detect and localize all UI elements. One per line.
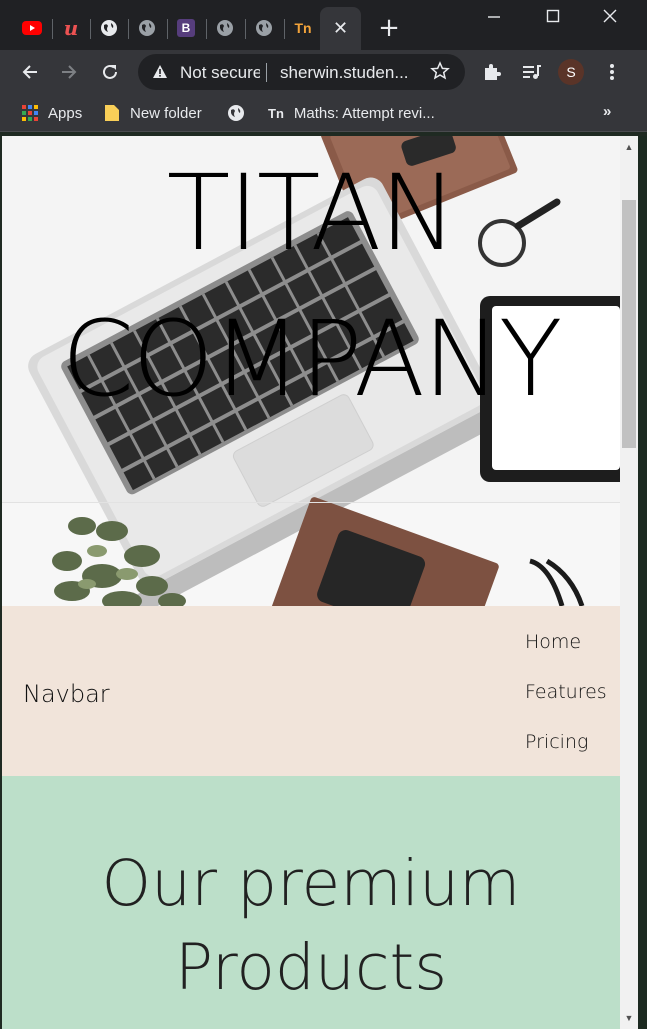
tab-globe-4[interactable]	[245, 10, 283, 46]
back-arrow-icon	[22, 65, 37, 79]
forward-arrow-icon	[62, 65, 77, 79]
tm-icon: Tn	[294, 20, 312, 36]
bookmark-star-icon[interactable]	[430, 61, 450, 81]
security-label[interactable]: Not secure	[180, 63, 260, 83]
scroll-down-arrow-icon[interactable]: ▼	[624, 1013, 634, 1023]
navbar: Navbar Home Features Pricing	[2, 606, 620, 776]
youtube-icon	[22, 21, 42, 35]
bookmark-new-folder[interactable]: New folder	[104, 102, 202, 124]
page-scrollbar[interactable]: ▲ ▼	[620, 136, 638, 1029]
playlist-music-icon	[523, 65, 541, 79]
nav-link-pricing[interactable]: Pricing	[525, 728, 607, 778]
forward-button[interactable]	[53, 56, 85, 88]
products-heading: Our premium Products	[2, 842, 620, 1010]
bookmark-globe[interactable]	[227, 102, 245, 124]
tab-globe-2[interactable]	[128, 10, 166, 46]
nav-link-features[interactable]: Features	[525, 678, 607, 728]
bookmark-apps[interactable]: Apps	[22, 102, 82, 124]
tab-tm[interactable]: Tn	[284, 10, 322, 46]
reload-button[interactable]	[94, 56, 126, 88]
kebab-menu-icon	[610, 64, 614, 80]
desktop-background	[638, 136, 647, 1029]
minimize-button[interactable]	[474, 2, 514, 30]
maximize-button[interactable]	[533, 2, 573, 30]
tab-bootstrap[interactable]: B	[167, 10, 205, 46]
menu-button[interactable]	[596, 56, 628, 88]
bookmark-label: Maths: Attempt revi...	[293, 104, 435, 122]
close-tab-icon[interactable]: ✕	[333, 18, 348, 39]
tab-globe-3[interactable]	[206, 10, 244, 46]
nav-link-home[interactable]: Home	[525, 628, 607, 678]
browser-toolbar: Not secure sherwin.studen... S	[0, 50, 647, 94]
minimize-icon	[488, 16, 500, 18]
tab-strip: u B Tn ✕ +	[0, 0, 647, 50]
url-text[interactable]: sherwin.studen...	[280, 63, 420, 83]
tab-active[interactable]: ✕	[320, 7, 361, 50]
bookmark-label: Apps	[48, 104, 83, 122]
products-heading-line-1: Our premium	[101, 847, 521, 920]
navbar-brand[interactable]: Navbar	[23, 680, 110, 708]
bootstrap-icon: B	[177, 19, 195, 37]
maximize-icon	[546, 9, 560, 23]
globe-icon	[217, 20, 233, 36]
warning-icon[interactable]	[152, 64, 168, 79]
nav-links: Home Features Pricing	[525, 628, 607, 778]
scrollbar-thumb[interactable]	[622, 200, 636, 448]
globe-icon	[228, 105, 244, 121]
globe-icon	[256, 20, 272, 36]
folder-icon	[105, 105, 119, 121]
page-viewport: TITAN COMPANY Navbar Home Features Prici…	[2, 136, 620, 1029]
udemy-icon: u	[63, 16, 79, 40]
bookmark-maths[interactable]: Tn Maths: Attempt revi...	[268, 102, 435, 124]
globe-icon	[139, 20, 155, 36]
hero-title-line-2: COMPANY	[61, 298, 563, 420]
bookmark-label: New folder	[130, 104, 202, 122]
tab-globe-1[interactable]	[90, 10, 128, 46]
bookmarks-overflow-button[interactable]: »	[603, 103, 611, 120]
hero-title: TITAN COMPANY	[2, 140, 620, 432]
address-bar[interactable]: Not secure sherwin.studen...	[138, 54, 465, 90]
tab-udemy[interactable]: u	[52, 10, 90, 46]
tm-icon: Tn	[268, 105, 284, 121]
close-icon	[603, 9, 617, 23]
globe-icon	[101, 20, 117, 36]
products-section: Our premium Products	[2, 776, 620, 1029]
reload-icon	[103, 64, 117, 79]
puzzle-icon	[485, 64, 501, 80]
back-button[interactable]	[14, 56, 46, 88]
profile-avatar[interactable]: S	[558, 59, 584, 85]
extensions-button[interactable]	[476, 56, 508, 88]
hero-title-line-1: TITAN	[166, 152, 458, 274]
scroll-up-arrow-icon[interactable]: ▲	[624, 142, 634, 152]
media-control-button[interactable]	[516, 56, 548, 88]
new-tab-button[interactable]: +	[377, 14, 401, 42]
bookmarks-bar: Apps New folder Tn Maths: Attempt revi..…	[0, 94, 647, 132]
close-window-button[interactable]	[590, 2, 630, 30]
apps-grid-icon	[22, 105, 38, 121]
products-heading-line-2: Products	[174, 931, 448, 1004]
hero-section: TITAN COMPANY	[2, 136, 620, 606]
tab-youtube[interactable]	[13, 10, 51, 46]
